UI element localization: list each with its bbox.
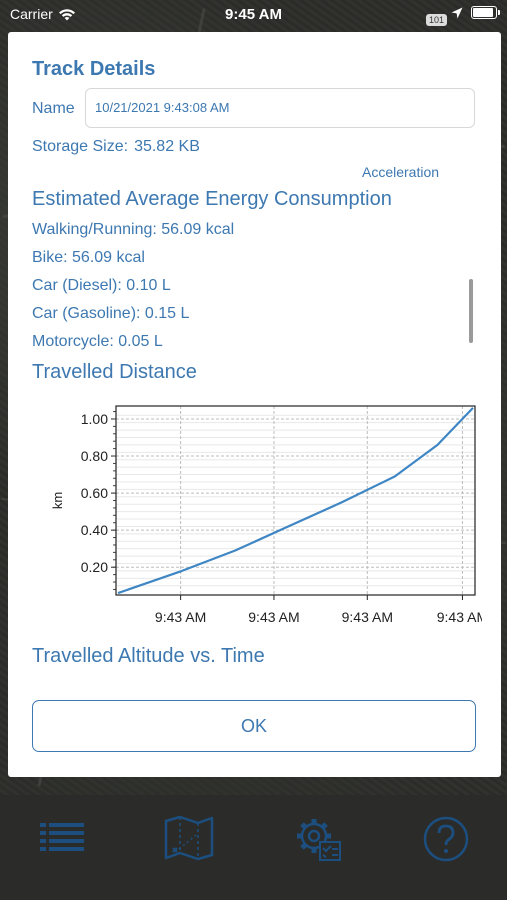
y-tick-label: 0.20 xyxy=(81,559,108,575)
route-badge: 101 xyxy=(426,14,448,26)
y-tick-label: 0.80 xyxy=(81,448,108,464)
track-details-dialog: Track Details Name 10/21/2021 9:43:08 AM… xyxy=(8,32,501,777)
storage-label: Storage Size: xyxy=(32,138,129,155)
ok-button[interactable]: OK xyxy=(32,700,476,752)
dialog-title: Track Details xyxy=(32,58,156,80)
name-field[interactable]: 10/21/2021 9:43:08 AM xyxy=(85,88,475,128)
map-icon[interactable] xyxy=(163,815,215,861)
location-arrow-icon xyxy=(451,7,463,18)
battery-icon xyxy=(471,6,500,19)
help-icon[interactable] xyxy=(422,815,470,863)
y-tick-label: 0.60 xyxy=(81,485,108,501)
x-tick-label: 9:43 AM xyxy=(342,609,393,625)
distance-chart: 0.20 0.40 0.60 0.80 1.00 9:43 AM 9:43 AM 9:43 A… xyxy=(50,405,482,625)
status-bar: Carrier 9:45 AM 101 xyxy=(0,0,507,30)
distance-section-title: Travelled Distance xyxy=(32,361,197,383)
y-tick-label: 0.40 xyxy=(81,522,108,538)
energy-row-walking: Walking/Running: 56.09 kcal xyxy=(32,221,235,238)
settings-icon[interactable] xyxy=(292,815,344,863)
energy-row-bike: Bike: 56.09 kcal xyxy=(32,249,145,266)
x-tick-label: 9:43 AM xyxy=(155,609,206,625)
x-tick-label: 9:43 AM xyxy=(248,609,299,625)
list-icon[interactable] xyxy=(38,815,86,861)
altitude-section-title: Travelled Altitude vs. Time xyxy=(32,645,265,667)
storage-size: Storage Size: 35.82 KB xyxy=(32,138,200,156)
battery-level xyxy=(473,8,493,17)
tab-bar xyxy=(0,795,507,900)
y-axis-label: km xyxy=(50,492,65,509)
energy-row-car-diesel: Car (Diesel): 0.10 L xyxy=(32,277,171,294)
scrollbar[interactable] xyxy=(469,279,473,343)
storage-value: 35.82 KB xyxy=(134,138,200,155)
plot-area xyxy=(116,406,475,595)
energy-section-title: Estimated Average Energy Consumption xyxy=(32,188,392,210)
acceleration-link[interactable]: Acceleration xyxy=(362,164,439,180)
details-scroll-area[interactable]: Acceleration Estimated Average Energy Co… xyxy=(8,157,501,687)
x-tick-label: 9:43 AM xyxy=(437,609,482,625)
y-tick-label: 1.00 xyxy=(81,411,108,427)
energy-row-motorcycle: Motorcycle: 0.05 L xyxy=(32,333,163,350)
energy-row-car-gasoline: Car (Gasoline): 0.15 L xyxy=(32,305,190,322)
name-label: Name xyxy=(32,100,75,117)
